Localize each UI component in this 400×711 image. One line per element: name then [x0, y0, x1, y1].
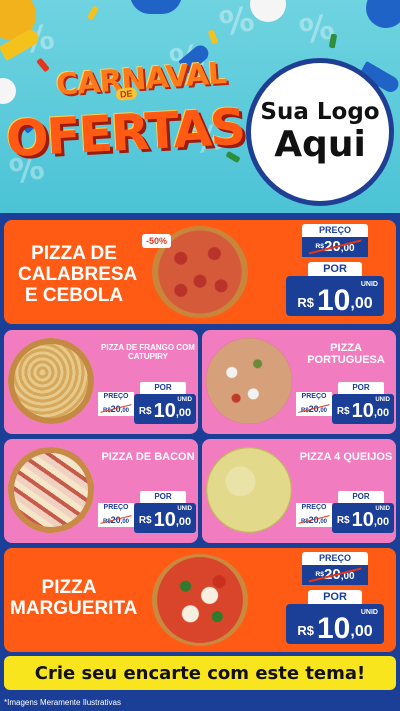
old-price-dec: ,00 — [318, 408, 328, 414]
new-price-dec: ,00 — [373, 516, 390, 528]
currency-symbol: R$ — [138, 515, 152, 526]
product-name: PIZZA PORTUGUESA — [307, 342, 385, 367]
pizza-4-queijos-image — [206, 447, 292, 533]
carnival-mask-icon — [130, 0, 182, 14]
new-price: R$ 10,00 UNID — [134, 394, 196, 424]
unit-label: UNID — [177, 397, 192, 403]
confetti-icon — [86, 5, 100, 21]
preco-label: PREÇO — [98, 392, 134, 402]
new-price-int: 10 — [351, 509, 374, 531]
new-price-int: 10 — [153, 509, 176, 531]
por-label: POR — [140, 382, 186, 394]
logo-text-line2: Aqui — [274, 123, 366, 165]
new-price: R$ 10,00 UNID — [332, 394, 394, 424]
currency-symbol: R$ — [336, 515, 350, 526]
new-price: R$ 10,00 UNID — [286, 604, 384, 644]
pizza-bacon-image — [8, 447, 94, 533]
title-line2: OFERTAS — [4, 97, 246, 169]
old-price: R$20,00 — [296, 513, 332, 527]
old-price: R$20,00 — [302, 237, 368, 257]
new-price-int: 10 — [153, 400, 176, 422]
product-card-bacon[interactable]: PIZZA DE BACON PREÇO R$20,00 POR R$10,00… — [4, 439, 198, 543]
currency-symbol: R$ — [297, 295, 314, 310]
old-price: R$20,00 — [296, 402, 332, 416]
new-price-dec: ,00 — [350, 623, 373, 640]
unit-label: UNID — [360, 281, 378, 288]
logo-placeholder[interactable]: Sua Logo Aqui — [246, 58, 394, 206]
unit-label: UNID — [375, 506, 390, 512]
carnaval-ofertas-title: CARNAVAL DE OFERTAS — [5, 56, 246, 190]
logo-text-line1: Sua Logo — [260, 99, 380, 126]
title-small-word: DE — [115, 86, 138, 102]
new-price: R$ 10,00 UNID — [134, 503, 196, 533]
product-card-portuguesa[interactable]: PIZZA PORTUGUESA PREÇO R$20,00 POR R$10,… — [202, 330, 396, 434]
new-price-int: 10 — [317, 284, 351, 317]
new-price: R$ 10,00 UNID — [286, 276, 384, 316]
currency-symbol: R$ — [336, 406, 350, 417]
disclaimer-text: *Imagens Meramente Ilustrativas — [4, 698, 121, 707]
old-price-dec: ,00 — [120, 408, 130, 414]
product-name: PIZZA MARGUERITA — [10, 577, 138, 619]
new-price-int: 10 — [351, 400, 374, 422]
title-line1: CARNAVAL — [54, 56, 228, 103]
product-card-calabresa[interactable]: PIZZA DE CALABRESA E CEBOLA -50% PREÇO R… — [4, 220, 396, 324]
old-price: R$20,00 — [302, 565, 368, 585]
old-price-dec: ,00 — [120, 519, 130, 525]
new-price-dec: ,00 — [350, 295, 373, 312]
new-price-dec: ,00 — [175, 516, 192, 528]
discount-badge: -50% — [142, 234, 172, 248]
pizza-portuguesa-image — [206, 338, 292, 424]
por-label: POR — [338, 491, 384, 503]
balloon-icon — [250, 0, 286, 22]
product-name: PIZZA DE CALABRESA E CEBOLA — [18, 243, 138, 306]
new-price-dec: ,00 — [175, 407, 192, 419]
por-label: POR — [140, 491, 186, 503]
new-price-int: 10 — [317, 612, 351, 645]
por-label: POR — [338, 382, 384, 394]
pizza-marguerita-image — [152, 554, 248, 646]
product-card-4-queijos[interactable]: PIZZA 4 QUEIJOS PREÇO R$20,00 POR R$10,0… — [202, 439, 396, 543]
product-card-marguerita[interactable]: PIZZA MARGUERITA PREÇO R$20,00 POR R$10,… — [4, 548, 396, 652]
preco-label: PREÇO — [302, 552, 368, 565]
product-name: PIZZA DE FRANGO COM CATUPIRY — [101, 343, 195, 361]
unit-label: UNID — [177, 506, 192, 512]
unit-label: UNID — [375, 397, 390, 403]
product-name: PIZZA DE BACON — [101, 451, 195, 463]
pizza-frango-image — [8, 338, 94, 424]
confetti-icon — [207, 29, 219, 45]
preco-label: PREÇO — [98, 503, 134, 513]
preco-label: PREÇO — [296, 503, 332, 513]
header-banner: % % % % % % CARNAVAL DE OFERTAS Sua Logo… — [0, 0, 400, 213]
unit-label: UNID — [360, 609, 378, 616]
new-price: R$ 10,00 UNID — [332, 503, 394, 533]
new-price-dec: ,00 — [373, 407, 390, 419]
currency-symbol: R$ — [297, 623, 314, 638]
product-card-frango[interactable]: PIZZA DE FRANGO COM CATUPIRY PREÇO R$20,… — [4, 330, 198, 434]
por-label: POR — [308, 262, 362, 276]
product-name: PIZZA 4 QUEIJOS — [299, 451, 393, 463]
balloon-icon — [366, 0, 400, 28]
currency-symbol: R$ — [138, 406, 152, 417]
old-price-dec: ,00 — [318, 519, 328, 525]
por-label: POR — [308, 590, 362, 604]
old-price: R$20,00 — [98, 402, 134, 416]
old-price: R$20,00 — [98, 513, 134, 527]
preco-label: PREÇO — [296, 392, 332, 402]
preco-label: PREÇO — [302, 224, 368, 237]
cta-banner[interactable]: Crie seu encarte com este tema! — [4, 656, 396, 690]
